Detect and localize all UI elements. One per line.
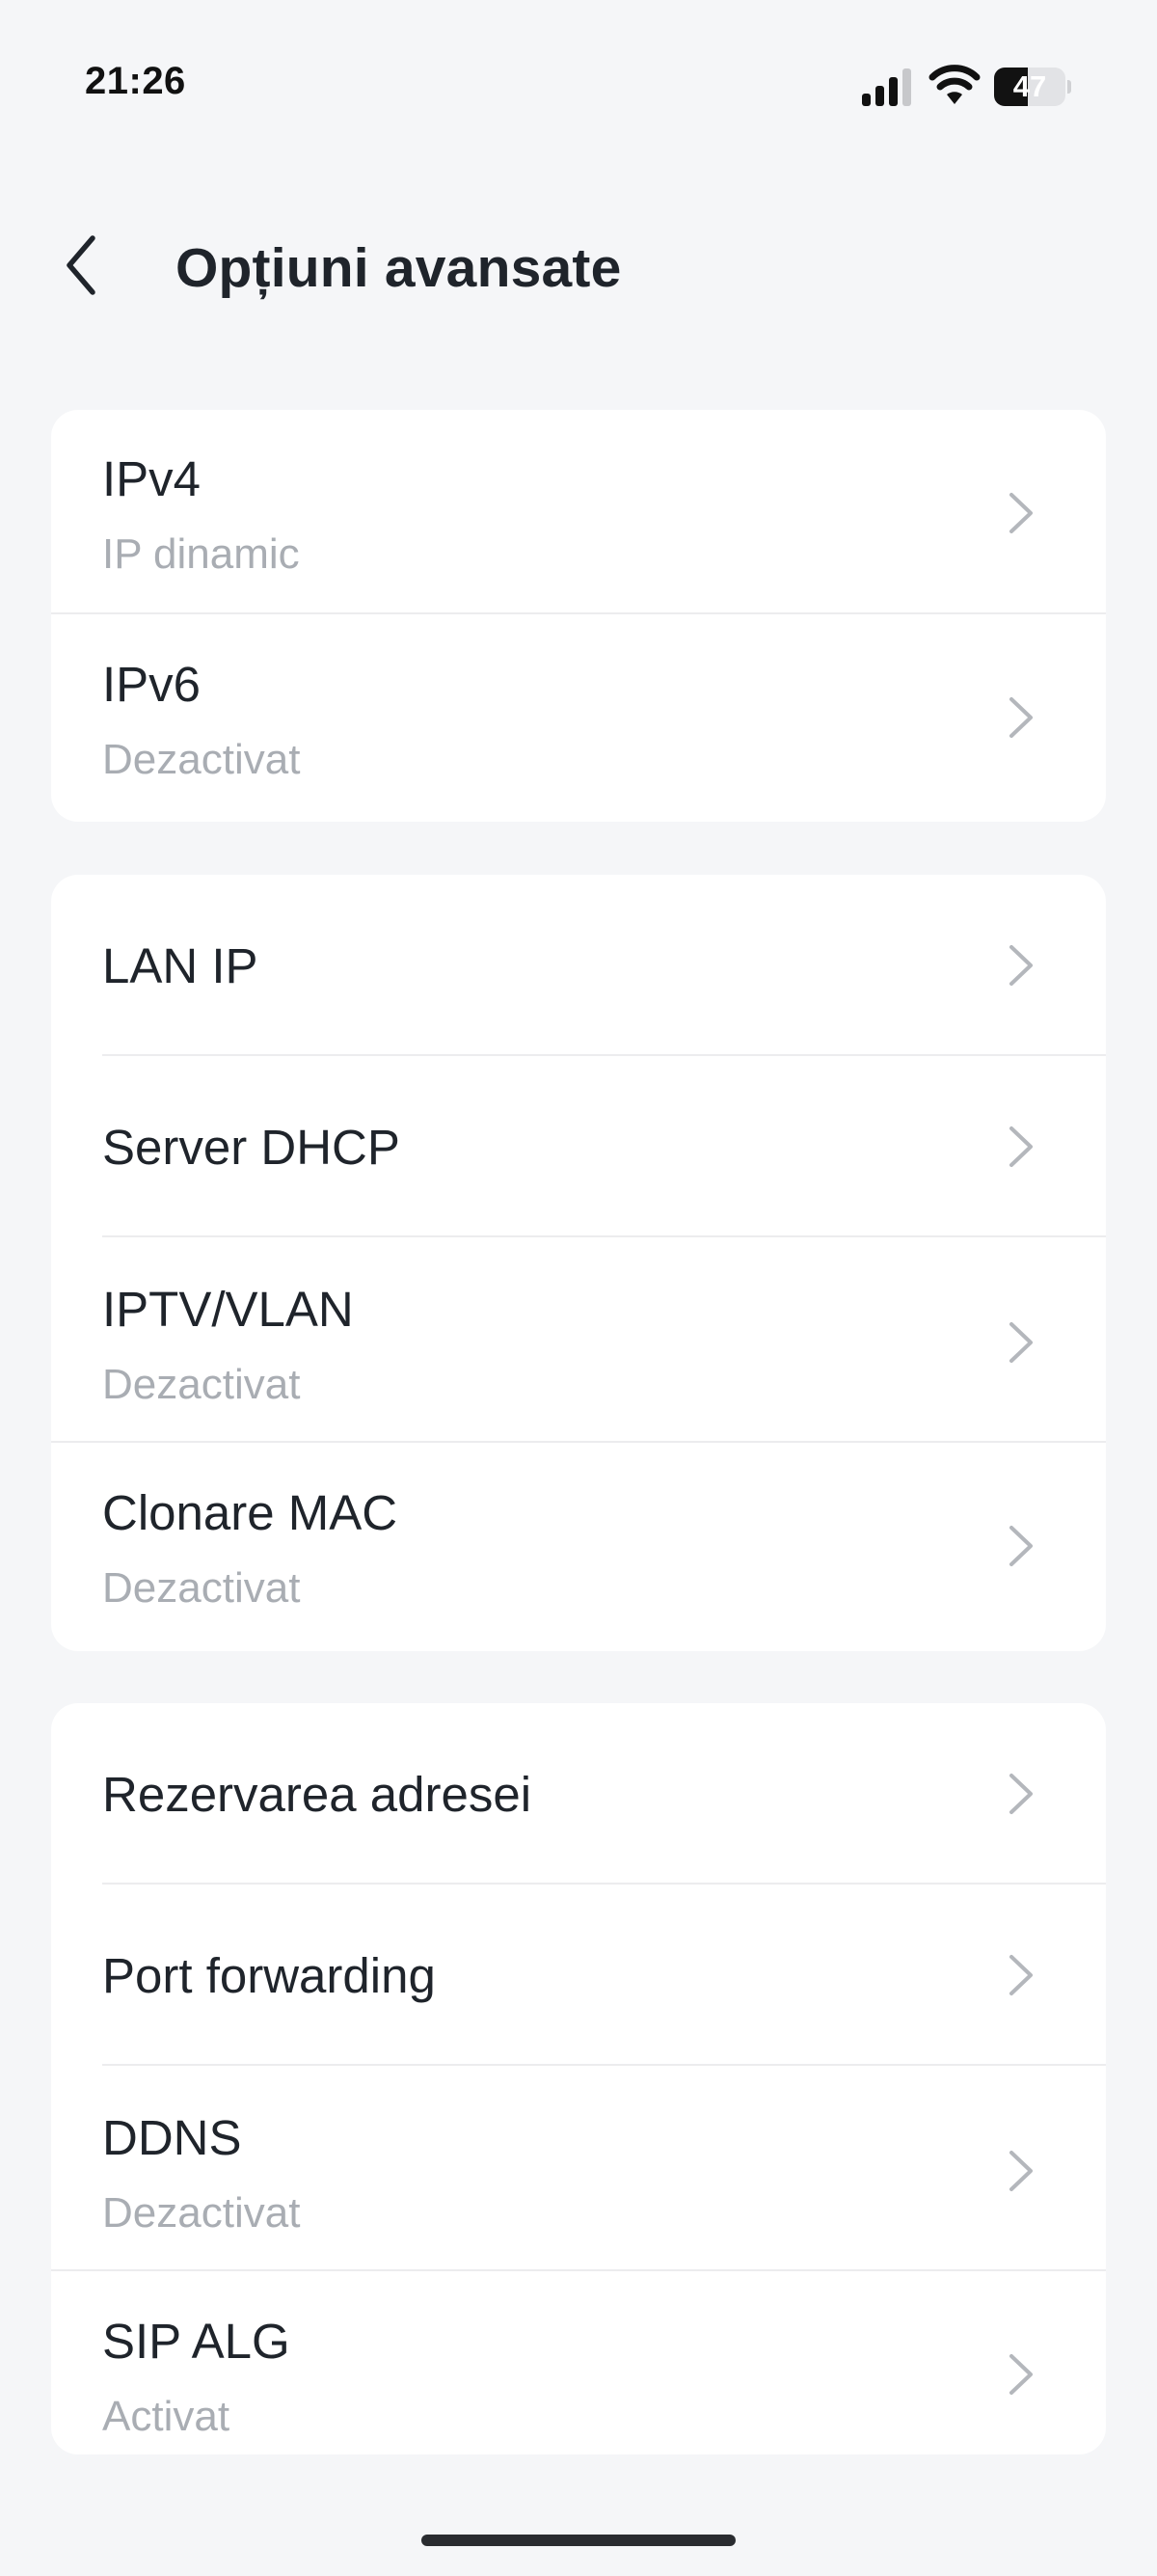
chevron-right-icon xyxy=(1009,945,1033,986)
settings-item-value: Dezactivat xyxy=(102,2189,301,2237)
app-screen: 21:26 47 Opțiuni avansate IPv4 IP dinami… xyxy=(0,0,1157,2576)
settings-item-label: LAN IP xyxy=(102,938,258,993)
settings-item-ipv4[interactable]: IPv4 IP dinamic xyxy=(51,410,1106,614)
settings-item-label: Port forwarding xyxy=(102,1948,436,2003)
settings-item-value: Dezactivat xyxy=(102,1361,301,1408)
settings-item-ipv6[interactable]: IPv6 Dezactivat xyxy=(51,614,1106,822)
chevron-right-icon xyxy=(1009,697,1033,738)
top-app-bar: Opțiuni avansate xyxy=(0,193,1157,338)
chevron-right-icon xyxy=(1009,1774,1033,1814)
settings-item-lan-ip[interactable]: LAN IP xyxy=(51,875,1106,1056)
settings-item-label: SIP ALG xyxy=(102,2314,290,2369)
settings-item-ddns[interactable]: DDNS Dezactivat xyxy=(51,2066,1106,2271)
settings-group-ip: IPv4 IP dinamic IPv6 Dezactivat xyxy=(51,410,1106,822)
chevron-right-icon xyxy=(1009,2354,1033,2395)
wifi-icon xyxy=(928,65,981,104)
settings-item-label: IPTV/VLAN xyxy=(102,1282,354,1337)
settings-item-value: Dezactivat xyxy=(102,1564,301,1612)
chevron-right-icon xyxy=(1009,1955,1033,1995)
settings-item-label: Clonare MAC xyxy=(102,1485,398,1540)
status-bar: 21:26 47 xyxy=(0,0,1157,145)
status-time: 21:26 xyxy=(85,60,186,102)
settings-item-value: Activat xyxy=(102,2393,230,2440)
settings-item-value: IP dinamic xyxy=(102,530,300,578)
settings-item-dhcp-server[interactable]: Server DHCP xyxy=(51,1056,1106,1237)
settings-group-services: Rezervarea adresei Port forwarding DDNS … xyxy=(51,1703,1106,2454)
chevron-right-icon xyxy=(1009,1126,1033,1167)
page-title: Opțiuni avansate xyxy=(175,237,622,299)
settings-item-port-forwarding[interactable]: Port forwarding xyxy=(51,1885,1106,2066)
battery-cap xyxy=(1067,80,1071,94)
settings-item-address-reservation[interactable]: Rezervarea adresei xyxy=(51,1703,1106,1885)
chevron-right-icon xyxy=(1009,1526,1033,1566)
chevron-right-icon xyxy=(1009,493,1033,533)
back-button[interactable] xyxy=(42,227,120,304)
settings-item-label: Rezervarea adresei xyxy=(102,1767,532,1822)
chevron-left-icon xyxy=(67,235,95,295)
settings-item-label: DDNS xyxy=(102,2110,242,2165)
chevron-right-icon xyxy=(1009,1322,1033,1363)
settings-item-label: IPv4 xyxy=(102,451,202,506)
settings-item-label: Server DHCP xyxy=(102,1120,400,1175)
settings-item-value: Dezactivat xyxy=(102,736,301,783)
settings-item-iptv-vlan[interactable]: IPTV/VLAN Dezactivat xyxy=(51,1237,1106,1443)
battery-icon: 47 xyxy=(994,68,1071,106)
settings-group-lan: LAN IP Server DHCP IPTV/VLAN Dezactivat … xyxy=(51,875,1106,1651)
settings-item-sip-alg[interactable]: SIP ALG Activat xyxy=(51,2271,1106,2454)
settings-item-mac-clone[interactable]: Clonare MAC Dezactivat xyxy=(51,1443,1106,1651)
battery-level: 47 xyxy=(1012,69,1047,103)
cellular-signal-icon xyxy=(862,68,911,106)
battery-body: 47 xyxy=(994,68,1065,106)
settings-item-label: IPv6 xyxy=(102,657,202,712)
chevron-right-icon xyxy=(1009,2151,1033,2191)
home-indicator[interactable] xyxy=(421,2535,736,2546)
